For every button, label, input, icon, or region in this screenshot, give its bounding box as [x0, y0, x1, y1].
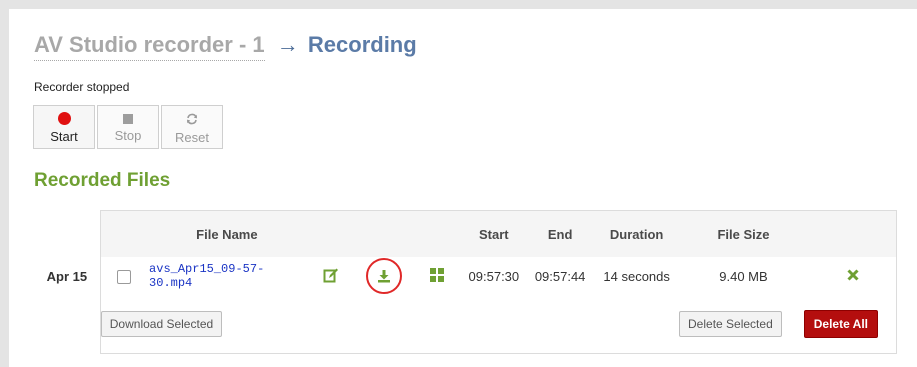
delete-all-button[interactable]: Delete All: [803, 310, 878, 338]
row-date: Apr 15: [46, 268, 88, 284]
recorder-status-text: Recorder stopped: [34, 80, 130, 94]
row-duration: 14 seconds: [603, 268, 670, 284]
table-actions-row: Download Selected Delete Selected Delete …: [34, 295, 897, 354]
breadcrumb-parent-link[interactable]: AV Studio recorder - 1: [34, 32, 265, 61]
page-title: Recording: [307, 32, 417, 57]
stop-button[interactable]: Stop: [97, 105, 159, 149]
delete-selected-button[interactable]: Delete Selected: [679, 311, 782, 337]
record-dot-icon: [57, 112, 71, 125]
reset-button-label: Reset: [175, 130, 209, 145]
recorded-files-table: File Name Start End Duration File Size A…: [34, 210, 898, 354]
breadcrumb-arrow: →: [276, 32, 299, 57]
reset-arrows-icon: [187, 113, 197, 125]
frame-top-border: [0, 0, 917, 9]
row-file-size: 9.40 MB: [719, 268, 768, 284]
download-icon[interactable]: [377, 269, 391, 283]
breadcrumb: AV Studio recorder - 1 → Recording: [34, 32, 417, 61]
reset-button[interactable]: Reset: [161, 105, 223, 149]
start-button[interactable]: Start: [33, 105, 95, 149]
edit-icon[interactable]: [323, 267, 339, 283]
column-header-start: Start: [462, 210, 525, 257]
row-select-checkbox[interactable]: [117, 269, 132, 284]
table-row: Apr 15 avs_Apr15_09-57-30.mp4 09:57:30 0…: [34, 257, 898, 295]
download-highlight-circle: [366, 258, 403, 294]
grid-icon[interactable]: [430, 267, 445, 282]
column-header-end: End: [524, 210, 596, 257]
column-header-file-size: File Size: [677, 210, 810, 257]
stop-button-label: Stop: [114, 128, 142, 143]
row-start-time: 09:57:30: [468, 268, 520, 284]
recorded-files-table-wrap: File Name Start End Duration File Size A…: [34, 210, 898, 354]
row-end-time: 09:57:44: [534, 268, 586, 284]
file-name-link[interactable]: avs_Apr15_09-57-30.mp4: [148, 257, 306, 295]
start-button-label: Start: [50, 129, 78, 144]
delete-icon[interactable]: [846, 268, 859, 281]
table-header-row: File Name Start End Duration File Size: [34, 210, 898, 257]
stop-square-icon: [123, 114, 133, 124]
recorder-controls: Start Stop Reset: [33, 105, 225, 149]
download-selected-button[interactable]: Download Selected: [100, 311, 223, 337]
frame-left-border: [0, 9, 9, 367]
column-header-file-name: File Name: [148, 210, 306, 257]
column-header-duration: Duration: [595, 210, 678, 257]
recorded-files-title: Recorded Files: [34, 170, 171, 191]
